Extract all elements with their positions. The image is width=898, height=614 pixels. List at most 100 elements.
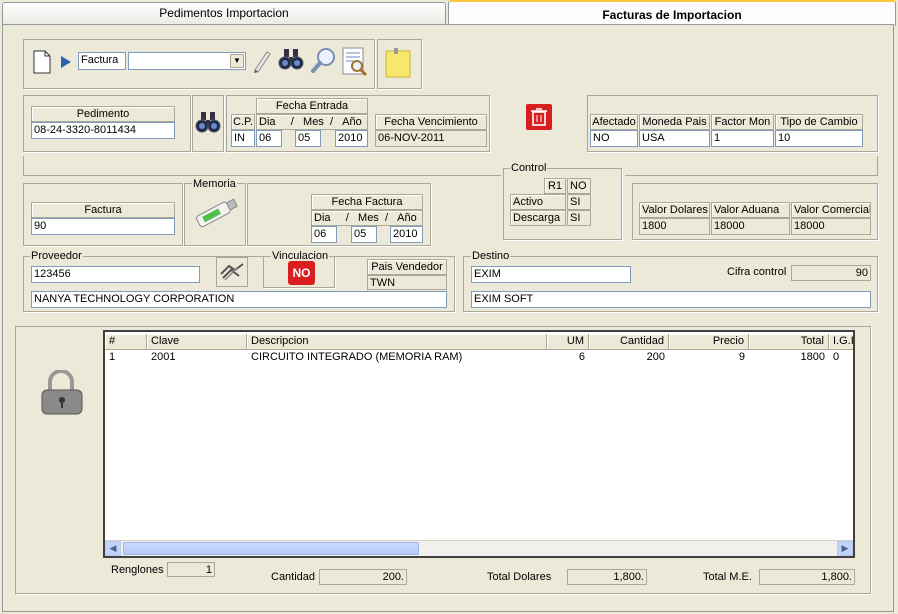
- binoculars-icon[interactable]: [278, 47, 304, 74]
- valor-comercial-value: 18000: [791, 218, 871, 235]
- dia-label: Dia: [259, 116, 276, 128]
- valor-aduana-value: 18000: [711, 218, 790, 235]
- col-header[interactable]: Descripcion: [247, 334, 547, 350]
- horizontal-scrollbar[interactable]: ◀ ▶: [105, 540, 853, 556]
- table-cell[interactable]: 2001: [147, 350, 247, 364]
- handshake-icon: [220, 263, 244, 281]
- search-type-label: Factura: [78, 52, 126, 70]
- tab-pedimentos-importacion[interactable]: Pedimentos Importacion: [2, 2, 446, 24]
- pais-vendedor-label: Pais Vendedor: [367, 259, 447, 275]
- cantidad-total-value: 200.: [319, 569, 407, 585]
- control-title: Control: [510, 162, 548, 175]
- pedimento-input[interactable]: 08-24-3320-8011434: [31, 122, 175, 139]
- magnifier-icon[interactable]: [310, 46, 338, 77]
- pencil-icon[interactable]: [252, 49, 272, 76]
- table-cell[interactable]: 9: [669, 350, 749, 364]
- fecha-factura-title: Fecha Factura: [311, 194, 423, 210]
- destino-name-input[interactable]: EXIM SOFT: [471, 291, 871, 308]
- fecha-vencimiento-value: 06-NOV-2011: [375, 130, 487, 147]
- col-header[interactable]: Total: [749, 334, 829, 350]
- col-header[interactable]: Cantidad: [589, 334, 669, 350]
- cp-input[interactable]: IN: [231, 130, 255, 147]
- vinculacion-badge[interactable]: NO: [288, 261, 315, 285]
- pais-vendedor-value: TWN: [367, 275, 447, 290]
- descarga-label: Descarga: [510, 210, 566, 226]
- play-arrow-icon[interactable]: [60, 55, 72, 72]
- renglones-label: Renglones: [111, 564, 164, 576]
- new-document-icon[interactable]: [33, 50, 51, 77]
- sep: /: [384, 212, 388, 224]
- sep: /: [345, 212, 349, 224]
- tipo-cambio-label: Tipo de Cambio: [775, 114, 863, 130]
- fecha-factura-header: Dia / Mes / Año: [311, 210, 423, 226]
- proveedor-name-input[interactable]: NANYA TECHNOLOGY CORPORATION: [31, 291, 447, 308]
- destino-code-input[interactable]: EXIM: [471, 266, 631, 283]
- table-cell[interactable]: CIRCUITO INTEGRADO (MEMORIA RAM): [247, 350, 547, 364]
- renglones-value: 1: [167, 562, 215, 577]
- activo-value: SI: [567, 194, 591, 210]
- activo-label: Activo: [510, 194, 566, 210]
- cifra-control-value: 90: [791, 265, 871, 281]
- dia-label: Dia: [314, 212, 331, 224]
- valor-dolares-label: Valor Dolares: [639, 202, 710, 218]
- factura-input[interactable]: 90: [31, 218, 175, 235]
- anio-factura-input[interactable]: 2010: [390, 226, 423, 243]
- valor-dolares-value: 1800: [639, 218, 710, 235]
- usb-memory-icon[interactable]: [190, 194, 242, 235]
- table-cell[interactable]: 1: [105, 350, 147, 364]
- col-header[interactable]: Clave: [147, 334, 247, 350]
- padlock-icon[interactable]: [38, 369, 88, 419]
- dia-factura-input[interactable]: 06: [311, 226, 337, 243]
- mes-entrada-input[interactable]: 05: [295, 130, 321, 147]
- valor-aduana-label: Valor Aduana: [711, 202, 790, 218]
- anio-entrada-input[interactable]: 2010: [335, 130, 368, 147]
- total-me-label: Total M.E.: [703, 571, 752, 583]
- scroll-right-icon[interactable]: ▶: [837, 541, 853, 556]
- moneda-pais-label: Moneda Pais: [639, 114, 710, 130]
- afectado-input[interactable]: NO: [590, 130, 638, 147]
- handshake-button[interactable]: [216, 257, 248, 287]
- factor-mon-label: Factor Mon: [711, 114, 774, 130]
- factor-mon-input[interactable]: 1: [711, 130, 774, 147]
- dia-entrada-input[interactable]: 06: [256, 130, 282, 147]
- anio-label: Año: [342, 116, 362, 128]
- col-header[interactable]: Precio: [669, 334, 749, 350]
- binoculars-icon[interactable]: [195, 110, 221, 137]
- total-dolares-value: 1,800.: [567, 569, 647, 585]
- fecha-entrada-header: Dia / Mes / Año: [256, 114, 368, 130]
- table-cell[interactable]: 200: [589, 350, 669, 364]
- divider-left: [23, 156, 501, 176]
- sticky-note-icon[interactable]: [384, 47, 412, 82]
- report-preview-icon[interactable]: [342, 47, 368, 80]
- sep: /: [290, 116, 294, 128]
- fecha-entrada-title: Fecha Entrada: [256, 98, 368, 114]
- moneda-pais-input[interactable]: USA: [639, 130, 710, 147]
- sep: /: [329, 116, 333, 128]
- tab-facturas-importacion[interactable]: Facturas de Importacion: [448, 0, 896, 26]
- total-me-value: 1,800.: [759, 569, 855, 585]
- cifra-control-label: Cifra control: [727, 266, 787, 278]
- proveedor-code-input[interactable]: 123456: [31, 266, 200, 283]
- cantidad-label: Cantidad: [271, 571, 316, 583]
- divider-right: [625, 156, 878, 176]
- scroll-left-icon[interactable]: ◀: [105, 541, 121, 556]
- scrollbar-thumb[interactable]: [123, 542, 419, 555]
- col-header[interactable]: I.G.I.: [829, 334, 853, 350]
- items-grid[interactable]: # Clave Descripcion UM Cantidad Precio T…: [103, 330, 855, 558]
- col-header[interactable]: UM: [547, 334, 589, 350]
- anio-label: Año: [397, 212, 417, 224]
- pedimento-label: Pedimento: [31, 106, 175, 122]
- tipo-cambio-input[interactable]: 10: [775, 130, 863, 147]
- memoria-label: Memoria: [192, 178, 237, 191]
- table-cell[interactable]: 0: [829, 350, 853, 364]
- mes-label: Mes: [358, 212, 379, 224]
- table-cell[interactable]: 6: [547, 350, 589, 364]
- table-cell[interactable]: 1800: [749, 350, 829, 364]
- afectado-label: Afectado: [590, 114, 638, 130]
- destino-title: Destino: [471, 250, 511, 263]
- mes-factura-input[interactable]: 05: [351, 226, 377, 243]
- trash-icon[interactable]: [526, 104, 552, 133]
- search-select[interactable]: ▼: [128, 52, 246, 70]
- col-header[interactable]: #: [105, 334, 147, 350]
- chevron-down-icon[interactable]: ▼: [230, 54, 244, 68]
